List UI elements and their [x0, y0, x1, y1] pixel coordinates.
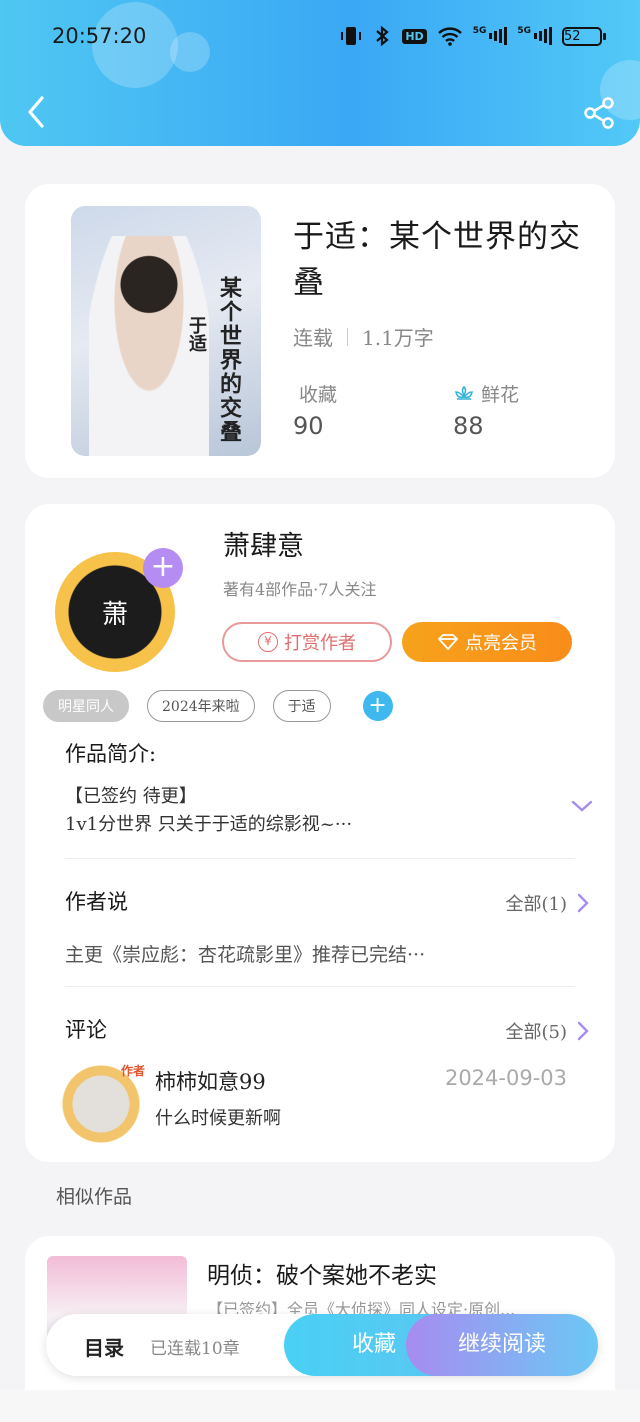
comments-title: 评论	[65, 1018, 107, 1042]
similar-works-title: 相似作品	[56, 1186, 133, 1208]
book-cover[interactable]: 某个世界的交叠 于适	[71, 206, 261, 456]
author-details-card: 萧 + 萧肆意 著有4部作品·7人关注 ¥ 打赏作者 点亮会员 明星同人 202…	[25, 504, 615, 1162]
flower-icon	[455, 385, 473, 400]
tag-item[interactable]: 明星同人	[43, 690, 129, 722]
section-divider	[65, 986, 575, 987]
author-stats: 著有4部作品·7人关注	[223, 580, 377, 599]
author-name[interactable]: 萧肆意	[223, 524, 304, 563]
status-time: 20:57:20	[52, 24, 147, 48]
toc-button[interactable]: 目录	[84, 1332, 124, 1361]
chevron-right-icon	[577, 893, 589, 913]
share-icon	[584, 97, 614, 129]
wifi-icon	[437, 26, 463, 46]
meta-divider	[347, 327, 348, 346]
chapter-count[interactable]: 已连载10章	[150, 1334, 240, 1359]
intro-line-1: 【已签约 待更】	[65, 786, 197, 807]
word-count: 1.1万字	[362, 326, 434, 350]
chevron-right-icon	[577, 1021, 589, 1041]
cover-title-text: 某个世界的交叠	[216, 276, 242, 444]
hd-icon: HD	[402, 28, 427, 44]
chevron-down-icon	[571, 800, 593, 812]
chevron-left-icon	[28, 96, 44, 128]
follow-author-button[interactable]: +	[143, 548, 183, 588]
favorites-label: 收藏	[299, 384, 338, 406]
bluetooth-icon	[372, 25, 392, 47]
battery-icon: 52	[562, 26, 606, 46]
flowers-label[interactable]: 鲜花	[453, 380, 519, 407]
intro-title: 作品简介:	[65, 742, 157, 766]
tag-item[interactable]: 2024年来啦	[147, 690, 255, 722]
intro-line-2[interactable]: 1v1分世界 只关于于适的综影视~···	[65, 810, 352, 836]
signal-sim2-icon: 5G	[517, 26, 552, 46]
favorites-count: 90	[293, 412, 324, 440]
comments-all-link[interactable]: 全部(5)	[506, 1018, 590, 1044]
share-button[interactable]	[582, 96, 616, 130]
bottom-action-bar: 目录 已连载10章 收藏 继续阅读	[46, 1314, 598, 1376]
reward-author-button[interactable]: ¥ 打赏作者	[222, 622, 392, 662]
comment-text[interactable]: 什么时候更新啊	[155, 1104, 281, 1130]
author-say-text[interactable]: 主更《崇应彪：杏花疏影里》推荐已完结···	[65, 940, 425, 967]
book-title: 于适：某个世界的交叠	[293, 219, 581, 301]
vibrate-icon	[340, 25, 362, 47]
vip-membership-button[interactable]: 点亮会员	[402, 622, 572, 662]
gesture-bar-area	[0, 1390, 640, 1422]
comment-date: 2024-09-03	[444, 1066, 567, 1090]
signal-sim1-icon: 5G	[473, 26, 508, 46]
book-status: 连载	[293, 326, 333, 350]
author-say-all-link[interactable]: 全部(1)	[506, 890, 590, 916]
book-info-card: 某个世界的交叠 于适 于适：某个世界的交叠 连载 1.1万字 收藏 90 鲜花 …	[25, 184, 615, 478]
book-meta: 连载 1.1万字	[293, 322, 434, 351]
header: 20:57:20 HD 5G 5G 52	[0, 0, 640, 146]
yen-icon: ¥	[258, 632, 278, 652]
expand-intro-button[interactable]	[571, 798, 593, 814]
tag-item[interactable]: 于适	[272, 690, 331, 722]
header-bubble-decoration	[170, 32, 210, 72]
flowers-count: 88	[453, 412, 484, 440]
author-badge: 作者	[121, 1064, 146, 1078]
cover-side-text: 于适	[186, 316, 207, 352]
comment-user-name[interactable]: 柿柿如意99	[155, 1066, 266, 1096]
diamond-icon	[438, 634, 458, 650]
section-divider	[65, 858, 575, 859]
add-tag-button[interactable]: +	[362, 691, 393, 721]
similar-book-title: 明侦：破个案她不老实	[207, 1263, 437, 1289]
continue-reading-button[interactable]: 继续阅读	[406, 1314, 598, 1376]
back-button[interactable]	[22, 92, 50, 132]
status-icons: HD 5G 5G 52	[340, 22, 606, 50]
tag-list: 明星同人 2024年来啦 于适 +	[43, 690, 393, 722]
author-say-title: 作者说	[65, 890, 128, 914]
